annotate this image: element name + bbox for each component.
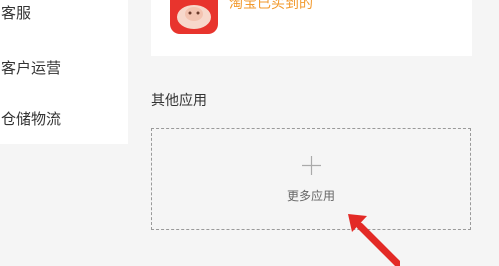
pointer-arrow-icon: [348, 214, 400, 266]
app-icon[interactable]: [170, 0, 218, 34]
installed-app-card: 淘宝已买到的: [151, 0, 472, 56]
other-apps-title: 其他应用: [151, 93, 207, 109]
sidebar-item-warehouse-logistics[interactable]: 仓储物流: [1, 108, 61, 129]
sidebar-item-customer-operations[interactable]: 客户运营: [1, 57, 61, 78]
app-name[interactable]: 淘宝已买到的: [229, 0, 313, 13]
plus-icon: [302, 156, 321, 175]
sidebar-nav: 客服 客户运营 仓储物流: [0, 0, 128, 144]
mascot-icon: [177, 5, 211, 29]
sidebar-item-customer-service[interactable]: 客服: [1, 2, 31, 23]
more-apps-label: 更多应用: [286, 189, 335, 203]
more-apps-button[interactable]: 更多应用: [151, 128, 471, 230]
